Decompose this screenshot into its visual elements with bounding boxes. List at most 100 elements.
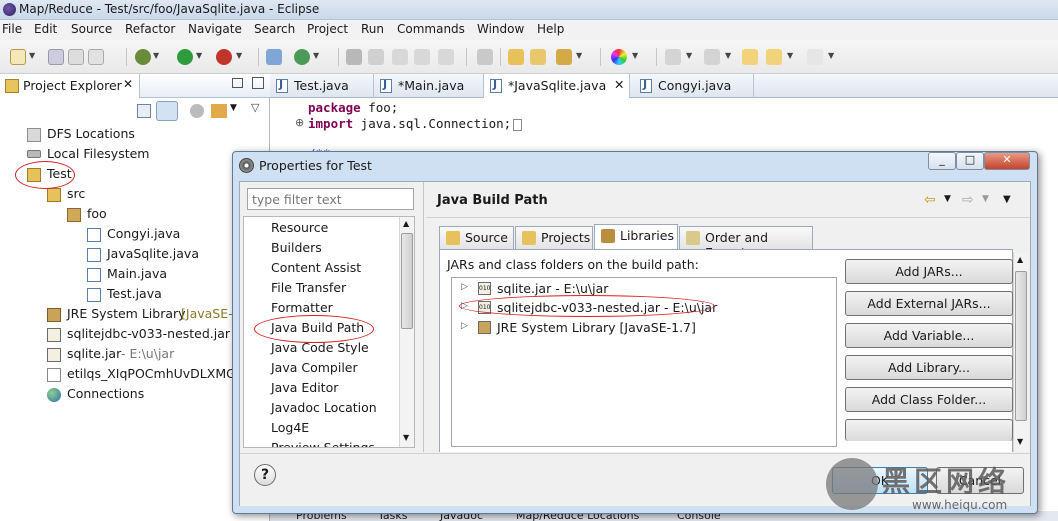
new-icon[interactable]: [10, 49, 26, 65]
menu-commands[interactable]: Commands: [397, 22, 465, 36]
editor-tab-test-java[interactable]: Test.java: [270, 74, 374, 98]
collapse-all-icon[interactable]: [137, 104, 151, 118]
save-all-icon[interactable]: [68, 49, 84, 65]
nav-item-resource[interactable]: Resource: [271, 220, 328, 235]
maximize-icon[interactable]: [252, 77, 264, 89]
expand-icon[interactable]: ▷: [461, 282, 468, 292]
fold-expand-icon[interactable]: ⊕: [295, 116, 304, 129]
page-scrollbar[interactable]: ▲ ▼: [1013, 253, 1028, 452]
eclipse-icon: [3, 3, 16, 16]
menu-run[interactable]: Run: [361, 22, 384, 36]
libraries-tab-content: JARs and class folders on the build path…: [439, 249, 1013, 452]
group-icon[interactable]: [190, 104, 204, 118]
filter-input[interactable]: type filter text: [247, 188, 414, 210]
link-with-editor-icon[interactable]: [156, 101, 178, 121]
add-class-folder-button[interactable]: Add Class Folder...: [845, 387, 1013, 412]
tab-libraries[interactable]: Libraries: [594, 224, 678, 249]
minimize-button[interactable]: _: [928, 152, 956, 170]
nav-item-log4e[interactable]: Log4E: [271, 420, 309, 435]
close-icon[interactable]: ✕: [614, 77, 624, 92]
expand-icon[interactable]: ▷: [461, 321, 468, 331]
nav-item-java-editor[interactable]: Java Editor: [271, 380, 338, 395]
back-arrow-icon[interactable]: ⇦: [924, 192, 936, 208]
menu-search[interactable]: Search: [254, 22, 295, 36]
scroll-down-icon[interactable]: ▼: [403, 433, 409, 442]
nav-item-javadoc-location[interactable]: Javadoc Location: [271, 400, 377, 415]
open-type-icon[interactable]: [346, 49, 362, 65]
toggle-breadcrumb-icon[interactable]: [477, 49, 493, 65]
menu-file[interactable]: File: [2, 22, 22, 36]
scroll-up-icon[interactable]: ▲: [1017, 255, 1023, 264]
save-icon[interactable]: [48, 49, 64, 65]
last-edit-icon[interactable]: [742, 49, 758, 65]
nav-item-formatter[interactable]: Formatter: [271, 300, 333, 315]
tab-projects[interactable]: Projects: [515, 226, 593, 249]
new-class-icon[interactable]: [294, 49, 310, 65]
menu-window[interactable]: Window: [477, 22, 524, 36]
java-file-icon: [87, 228, 101, 242]
menu-refactor[interactable]: Refactor: [125, 22, 175, 36]
menu-help[interactable]: Help: [537, 22, 564, 36]
add-jars-button[interactable]: Add JARs...: [845, 259, 1013, 284]
minimize-icon[interactable]: [232, 78, 243, 88]
pen-icon[interactable]: [556, 49, 572, 65]
package-icon: [67, 208, 81, 222]
menu-edit[interactable]: Edit: [34, 22, 57, 36]
tab-source[interactable]: Source: [439, 226, 514, 249]
menu-navigate[interactable]: Navigate: [188, 22, 242, 36]
external-tools-icon[interactable]: [216, 49, 232, 65]
block-selection-icon[interactable]: [414, 49, 430, 65]
folder-icon[interactable]: [530, 49, 546, 65]
close-button[interactable]: ✕: [984, 152, 1030, 170]
maximize-button[interactable]: □: [956, 152, 984, 170]
scrollbar-thumb[interactable]: [401, 233, 413, 329]
view-menu-icon[interactable]: [211, 104, 227, 118]
java-file-icon: [87, 248, 101, 262]
back-icon[interactable]: [766, 49, 782, 65]
nav-item-builders[interactable]: Builders: [271, 240, 322, 255]
close-icon[interactable]: ✕: [123, 77, 133, 91]
nav-item-content-assist[interactable]: Content Assist: [271, 260, 361, 275]
project-explorer-view: Project Explorer ✕ ▼ ▽ DFS Locations Loc…: [0, 74, 270, 521]
add-external-jars-button[interactable]: Add External JARs...: [845, 291, 1013, 316]
forward-arrow-icon[interactable]: ⇨: [962, 192, 974, 208]
editor-tab-javasqlite-java[interactable]: *JavaSqlite.java ✕: [484, 74, 630, 98]
tab-order-and-export[interactable]: Order and Export: [679, 226, 813, 260]
menu-project[interactable]: Project: [307, 22, 348, 36]
menu-source[interactable]: Source: [71, 22, 112, 36]
nav-item-java-compiler[interactable]: Java Compiler: [271, 360, 358, 375]
tab-project-explorer[interactable]: Project Explorer ✕: [0, 74, 140, 98]
scroll-down-icon[interactable]: ▼: [1017, 437, 1023, 446]
color-wheel-icon[interactable]: [611, 49, 627, 65]
forward-icon[interactable]: [807, 49, 823, 65]
editor-tab-main-java[interactable]: *Main.java: [374, 74, 484, 98]
scroll-up-icon[interactable]: ▲: [403, 219, 409, 228]
library-icon: [478, 321, 491, 334]
more-button[interactable]: [845, 419, 1013, 441]
show-whitespace-icon[interactable]: [438, 49, 454, 65]
new-java-project-icon[interactable]: [266, 49, 282, 65]
nav-scrollbar[interactable]: ▲ ▼: [399, 217, 414, 447]
search-icon[interactable]: [368, 49, 384, 65]
next-annotation-icon[interactable]: [665, 49, 681, 65]
view-menu-icon[interactable]: ▼: [1003, 194, 1011, 205]
debug-icon[interactable]: [135, 49, 151, 65]
add-variable-button[interactable]: Add Variable...: [845, 323, 1013, 348]
jar-icon: 010: [478, 282, 491, 295]
nav-item-preview-settings[interactable]: Preview Settings: [271, 440, 375, 447]
entry-jre-library[interactable]: ▷ JRE System Library [JavaSE-1.7]: [452, 318, 822, 338]
scrollbar-thumb[interactable]: [1015, 271, 1027, 421]
previous-annotation-icon[interactable]: [704, 49, 720, 65]
help-icon[interactable]: ?: [254, 464, 276, 486]
add-library-button[interactable]: Add Library...: [845, 355, 1013, 380]
run-icon[interactable]: [177, 49, 193, 65]
view-menu-arrow-icon[interactable]: ▽: [251, 101, 259, 114]
forward-dropdown-icon[interactable]: ▼: [982, 194, 989, 204]
mark-occurrences-icon[interactable]: [392, 49, 408, 65]
library-icon: [47, 308, 61, 322]
print-icon[interactable]: [88, 49, 104, 65]
nav-item-file-transfer[interactable]: File Transfer: [271, 280, 346, 295]
editor-tab-congyi-java[interactable]: Congyi.java: [634, 74, 754, 98]
back-dropdown-icon[interactable]: ▼: [944, 194, 951, 204]
open-folder-icon[interactable]: [508, 49, 524, 65]
